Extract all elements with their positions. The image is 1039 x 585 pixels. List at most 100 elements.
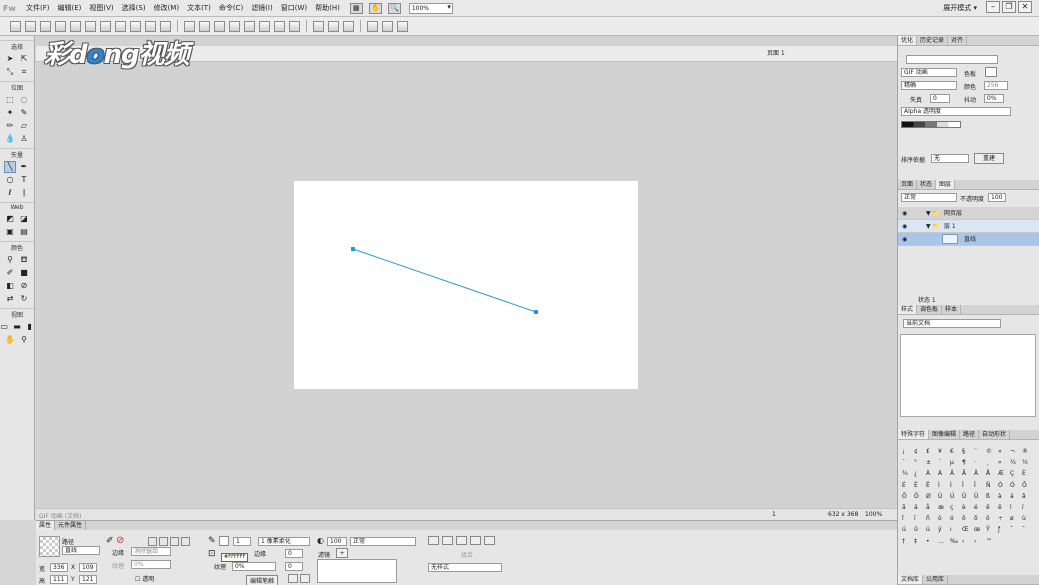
eraser-tool-icon[interactable]: ▱	[19, 121, 29, 131]
styles-list[interactable]	[900, 334, 1036, 417]
stroke-pattern-icon[interactable]	[181, 537, 190, 546]
special-char[interactable]: ™	[986, 536, 998, 547]
special-char[interactable]: â	[1022, 491, 1034, 502]
special-char[interactable]: õ	[974, 513, 986, 524]
special-char[interactable]: à	[998, 491, 1010, 502]
special-char[interactable]: ø	[1010, 513, 1022, 524]
special-char[interactable]: ò	[938, 513, 950, 524]
special-char[interactable]: Í	[950, 480, 962, 491]
special-char[interactable]: Ú	[950, 491, 962, 502]
stroke-none-icon[interactable]	[148, 537, 157, 546]
special-char[interactable]: §	[962, 446, 974, 457]
swap-alt-icon[interactable]: ↻	[19, 294, 29, 304]
special-char[interactable]: Ñ	[986, 480, 998, 491]
status-zoom[interactable]: 100%	[865, 511, 882, 518]
menu-item[interactable]: 视图(V)	[85, 3, 117, 13]
special-char[interactable]: ¢	[914, 446, 926, 457]
page-select[interactable]: 页面 1	[757, 48, 877, 60]
layer-row[interactable]: ◉ ▼ 📁 层 1	[898, 220, 1039, 233]
special-char[interactable]: ä	[914, 502, 926, 513]
copy-icon[interactable]	[145, 20, 156, 32]
special-char[interactable]: À	[926, 468, 938, 479]
special-char[interactable]: ó	[950, 513, 962, 524]
paste-icon[interactable]	[160, 20, 171, 32]
tab-pages[interactable]: 页面	[898, 180, 918, 189]
special-char[interactable]: °	[914, 457, 926, 468]
flip-horizontal-icon[interactable]	[367, 20, 378, 32]
line-tool-icon[interactable]: ╲	[4, 161, 16, 173]
special-char[interactable]: Å	[986, 468, 998, 479]
export-icon[interactable]	[70, 20, 81, 32]
special-char[interactable]: µ	[950, 457, 962, 468]
menu-item[interactable]: 滤镜(I)	[247, 3, 277, 13]
tab-history[interactable]: 历史记录	[917, 36, 949, 45]
special-char[interactable]: Ü	[974, 491, 986, 502]
stroke-color-icon[interactable]: ✐	[106, 536, 114, 546]
stroke-edge-field[interactable]: 0	[285, 549, 303, 558]
new-icon[interactable]	[10, 20, 21, 32]
split-icon[interactable]	[229, 20, 240, 32]
menu-item[interactable]: 命令(C)	[215, 3, 247, 13]
style-select[interactable]: 无样式	[428, 563, 502, 572]
width-field[interactable]: 336	[50, 563, 68, 572]
save-icon[interactable]	[40, 20, 51, 32]
stroke-texture-select[interactable]: 0%	[232, 562, 276, 571]
tab-properties[interactable]: 属性	[36, 521, 56, 530]
transparent-checkbox[interactable]: ☐ 透明	[135, 574, 154, 583]
grid-icon[interactable]: ▦	[349, 2, 363, 14]
stroke-color-icon[interactable]: ✐	[5, 268, 15, 278]
flip-vertical-icon[interactable]	[382, 20, 393, 32]
special-char[interactable]: ¶	[962, 457, 974, 468]
blend-mode-select[interactable]: 正常	[350, 537, 416, 546]
special-char[interactable]: Á	[938, 468, 950, 479]
special-char[interactable]: ˆ	[1010, 524, 1022, 535]
special-char[interactable]: æ	[938, 502, 950, 513]
tab-styles[interactable]: 样式	[898, 305, 918, 314]
tab-layers[interactable]: 图层	[936, 180, 956, 189]
pencil-stroke-icon[interactable]: ✎	[208, 536, 216, 546]
special-char[interactable]: †	[902, 536, 914, 547]
edit-stroke-button[interactable]: 编辑笔触	[246, 575, 279, 585]
special-char[interactable]: Û	[962, 491, 974, 502]
transparency-select[interactable]: Alpha 透明度	[901, 107, 1011, 116]
special-char[interactable]: ›	[974, 536, 986, 547]
ungroup-icon[interactable]	[199, 20, 210, 32]
stroke-solid-icon[interactable]	[159, 537, 168, 546]
line-start-node[interactable]	[351, 247, 355, 251]
blur-tool-icon[interactable]: 💧	[5, 134, 15, 144]
loss-field[interactable]: 0	[930, 94, 950, 103]
standard-screen-icon[interactable]: ▭	[0, 322, 9, 332]
zoom-tool-icon[interactable]: ⚲	[19, 335, 29, 345]
special-char[interactable]: ÷	[998, 513, 1010, 524]
layer-row-selected[interactable]: ◉ 直线	[898, 233, 1039, 246]
redo-icon[interactable]	[115, 20, 126, 32]
special-char[interactable]: Ô	[1022, 480, 1034, 491]
fill-texture-select[interactable]: 0%	[131, 560, 171, 569]
special-char[interactable]: Ï	[974, 480, 986, 491]
import-icon[interactable]	[55, 20, 66, 32]
special-char[interactable]: ë	[998, 502, 1010, 513]
special-char[interactable]: ´	[938, 457, 950, 468]
line-path[interactable]	[352, 248, 537, 313]
stamp-tool-icon[interactable]: ♙	[19, 134, 29, 144]
menu-item[interactable]: 修改(M)	[150, 3, 184, 13]
group-obj-icon[interactable]	[442, 536, 453, 545]
special-char[interactable]: ‹	[962, 536, 974, 547]
marquee-tool-icon[interactable]: ⬚	[5, 95, 15, 105]
bring-front-icon[interactable]	[244, 20, 255, 32]
special-char[interactable]: Æ	[998, 468, 1010, 479]
ellipse-tool-icon[interactable]: ○	[5, 175, 15, 185]
combine-button[interactable]: 组合	[461, 550, 473, 559]
scale-tool-icon[interactable]: ⤡	[5, 67, 15, 77]
special-char[interactable]: Î	[962, 480, 974, 491]
special-char[interactable]: Ä	[974, 468, 986, 479]
special-char[interactable]: Ê	[914, 480, 926, 491]
special-char[interactable]: ¨	[974, 446, 986, 457]
zoom-select[interactable]: 100%	[408, 2, 453, 14]
full-screen-menu-icon[interactable]: ▬	[13, 322, 22, 332]
special-char[interactable]: ·	[974, 457, 986, 468]
special-char[interactable]: ‰	[950, 536, 962, 547]
special-char[interactable]: Ù	[938, 491, 950, 502]
workspace-switcher[interactable]: 展开模式 ▾	[943, 3, 977, 13]
align-icon[interactable]	[313, 20, 324, 32]
